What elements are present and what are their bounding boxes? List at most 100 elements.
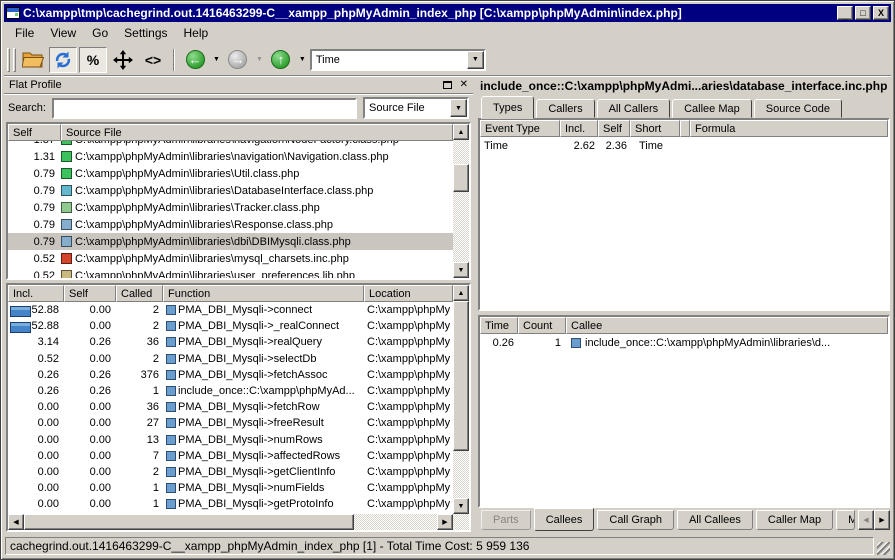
tab-machine[interactable]: Machine	[836, 510, 855, 530]
function-cell[interactable]: include_once::C:\xampp\phpMyAd...	[163, 385, 364, 397]
event-type-select[interactable]: Time ▼	[310, 49, 486, 71]
function-table-hscrollbar[interactable]: ◀ ▶	[8, 514, 453, 530]
function-cell[interactable]: PMA_DBI_Mysqli->getProtoInfo	[163, 498, 364, 510]
column-header[interactable]: Count	[518, 317, 566, 334]
cycle-detection-button[interactable]	[49, 47, 77, 73]
dropdown-arrow-icon[interactable]: ▼	[450, 99, 467, 117]
close-button[interactable]: X	[873, 6, 889, 20]
function-cell[interactable]: PMA_DBI_Mysqli->selectDb	[163, 353, 364, 365]
source-file-row[interactable]: 0.79C:\xampp\phpMyAdmin\libraries\Util.c…	[8, 165, 453, 182]
grouping-select[interactable]: Source File ▼	[363, 97, 469, 119]
float-dock-icon[interactable]	[443, 81, 452, 89]
column-header[interactable]: Incl.	[8, 285, 64, 302]
column-header[interactable]: Event Type	[480, 120, 560, 137]
function-cell[interactable]: PMA_DBI_Mysqli->affectedRows	[163, 450, 364, 462]
column-header[interactable]: Self	[598, 120, 630, 137]
source-file-row[interactable]: 1.37C:\xampp\phpMyAdmin\libraries\naviga…	[8, 141, 453, 148]
relative-cost-button[interactable]: <>	[139, 47, 167, 73]
menu-item-file[interactable]: File	[7, 24, 42, 42]
column-header[interactable]: Location	[364, 285, 453, 302]
column-header[interactable]: Called	[116, 285, 163, 302]
source-list-vscrollbar[interactable]: ▲ ▼	[453, 124, 469, 278]
callee-row[interactable]: 0.261include_once::C:\xampp\phpMyAdmin\l…	[480, 334, 888, 351]
function-row[interactable]: 0.000.0027PMA_DBI_Mysqli->freeResultC:\x…	[8, 415, 453, 431]
source-file-row[interactable]: 0.79C:\xampp\phpMyAdmin\libraries\Databa…	[8, 182, 453, 199]
function-cell[interactable]: PMA_DBI_Mysqli->numFields	[163, 482, 364, 494]
resize-grip-icon[interactable]	[877, 542, 890, 555]
function-cell[interactable]: PMA_DBI_Mysqli->realQuery	[163, 336, 364, 348]
tab-scroll-left-icon[interactable]: ◀	[858, 510, 874, 530]
scroll-up-icon[interactable]: ▲	[453, 124, 469, 140]
tab-scroll-right-icon[interactable]: ▶	[874, 510, 890, 530]
tab-callees[interactable]: Callees	[534, 508, 595, 531]
tab-source-code[interactable]: Source Code	[754, 99, 842, 118]
scroll-down-icon[interactable]: ▼	[453, 262, 469, 278]
function-cell[interactable]: PMA_DBI_Mysqli->freeResult	[163, 417, 364, 429]
tab-types[interactable]: Types	[481, 96, 534, 119]
column-header[interactable]: Formula	[690, 120, 888, 137]
function-row[interactable]: 52.880.002PMA_DBI_Mysqli->_realConnectC:…	[8, 318, 453, 334]
back-button[interactable]: ←	[181, 47, 209, 73]
tab-callers[interactable]: Callers	[536, 99, 594, 118]
function-cell[interactable]: PMA_DBI_Mysqli->fetchRow	[163, 401, 364, 413]
close-dock-icon[interactable]: ✕	[460, 80, 468, 90]
up-dropdown-caret[interactable]: ▼	[299, 56, 306, 63]
forward-dropdown-caret[interactable]: ▼	[256, 56, 263, 63]
toolbar-handle[interactable]	[7, 48, 10, 72]
source-file-row[interactable]: 0.52C:\xampp\phpMyAdmin\libraries\user_p…	[8, 267, 453, 278]
dropdown-arrow-icon[interactable]: ▼	[467, 51, 484, 69]
menu-item-help[interactable]: Help	[176, 24, 217, 42]
minimize-button[interactable]: _	[837, 6, 853, 20]
scrollbar-thumb[interactable]	[453, 301, 469, 451]
column-header[interactable]: Source File	[61, 124, 453, 141]
menu-item-go[interactable]: Go	[84, 24, 116, 42]
source-file-row[interactable]: 0.52C:\xampp\phpMyAdmin\libraries\mysql_…	[8, 250, 453, 267]
function-row[interactable]: 0.000.0036PMA_DBI_Mysqli->fetchRowC:\xam…	[8, 399, 453, 415]
search-input[interactable]	[52, 98, 357, 119]
callee-cell[interactable]: include_once::C:\xampp\phpMyAdmin\librar…	[566, 337, 888, 349]
source-file-row[interactable]: 0.79C:\xampp\phpMyAdmin\libraries\dbi\DB…	[8, 233, 453, 250]
function-cell[interactable]: PMA_DBI_Mysqli->connect	[163, 304, 364, 316]
source-file-row[interactable]: 0.79C:\xampp\phpMyAdmin\libraries\Tracke…	[8, 199, 453, 216]
function-row[interactable]: 0.000.001PMA_DBI_Mysqli->numFieldsC:\xam…	[8, 480, 453, 496]
function-row[interactable]: 0.520.002PMA_DBI_Mysqli->selectDbC:\xamp…	[8, 351, 453, 367]
event-type-row[interactable]: Time2.622.36Time	[480, 137, 888, 154]
menu-item-settings[interactable]: Settings	[116, 24, 175, 42]
scrollbar-thumb[interactable]	[453, 164, 469, 192]
function-row[interactable]: 0.000.007PMA_DBI_Mysqli->affectedRowsC:\…	[8, 448, 453, 464]
toolbar-handle[interactable]	[13, 48, 16, 72]
column-header[interactable]: Callee	[566, 317, 888, 334]
function-row[interactable]: 0.000.0013PMA_DBI_Mysqli->numRowsC:\xamp…	[8, 432, 453, 448]
function-cell[interactable]: PMA_DBI_Mysqli->fetchAssoc	[163, 369, 364, 381]
scroll-right-icon[interactable]: ▶	[437, 514, 453, 530]
scroll-down-icon[interactable]: ▼	[453, 498, 469, 514]
column-header[interactable]: Incl.	[560, 120, 598, 137]
column-header[interactable]: Self	[64, 285, 116, 302]
function-cell[interactable]: PMA_DBI_Mysqli->getClientInfo	[163, 466, 364, 478]
scroll-left-icon[interactable]: ◀	[8, 514, 24, 530]
tab-all-callers[interactable]: All Callers	[597, 99, 671, 118]
percentage-button[interactable]: %	[79, 47, 107, 73]
column-header[interactable]	[680, 120, 690, 137]
source-file-row[interactable]: 0.79C:\xampp\phpMyAdmin\libraries\Respon…	[8, 216, 453, 233]
tab-all-callees[interactable]: All Callees	[677, 510, 753, 530]
maximize-button[interactable]: □	[855, 6, 871, 20]
tab-caller-map[interactable]: Caller Map	[756, 510, 833, 530]
source-file-row[interactable]: 1.31C:\xampp\phpMyAdmin\libraries\naviga…	[8, 148, 453, 165]
function-row[interactable]: 0.260.261include_once::C:\xampp\phpMyAd.…	[8, 383, 453, 399]
function-row[interactable]: 0.260.26376PMA_DBI_Mysqli->fetchAssocC:\…	[8, 367, 453, 383]
expand-areas-button[interactable]	[109, 47, 137, 73]
function-cell[interactable]: PMA_DBI_Mysqli->_realConnect	[163, 320, 364, 332]
function-row[interactable]: 52.880.002PMA_DBI_Mysqli->connectC:\xamp…	[8, 302, 453, 318]
tab-call-graph[interactable]: Call Graph	[597, 510, 674, 530]
function-row[interactable]: 0.000.002PMA_DBI_Mysqli->getClientInfoC:…	[8, 464, 453, 480]
column-header[interactable]: Short	[630, 120, 680, 137]
column-header[interactable]: Time	[480, 317, 518, 334]
scroll-up-icon[interactable]: ▲	[453, 285, 469, 301]
function-row[interactable]: 3.140.2636PMA_DBI_Mysqli->realQueryC:\xa…	[8, 334, 453, 350]
function-row[interactable]: 0.000.001PMA_DBI_Mysqli->getProtoInfoC:\…	[8, 496, 453, 512]
scrollbar-thumb[interactable]	[24, 514, 354, 530]
function-table-vscrollbar[interactable]: ▲ ▼	[453, 285, 469, 514]
forward-button[interactable]: →	[224, 47, 252, 73]
column-header[interactable]: Function	[163, 285, 364, 302]
